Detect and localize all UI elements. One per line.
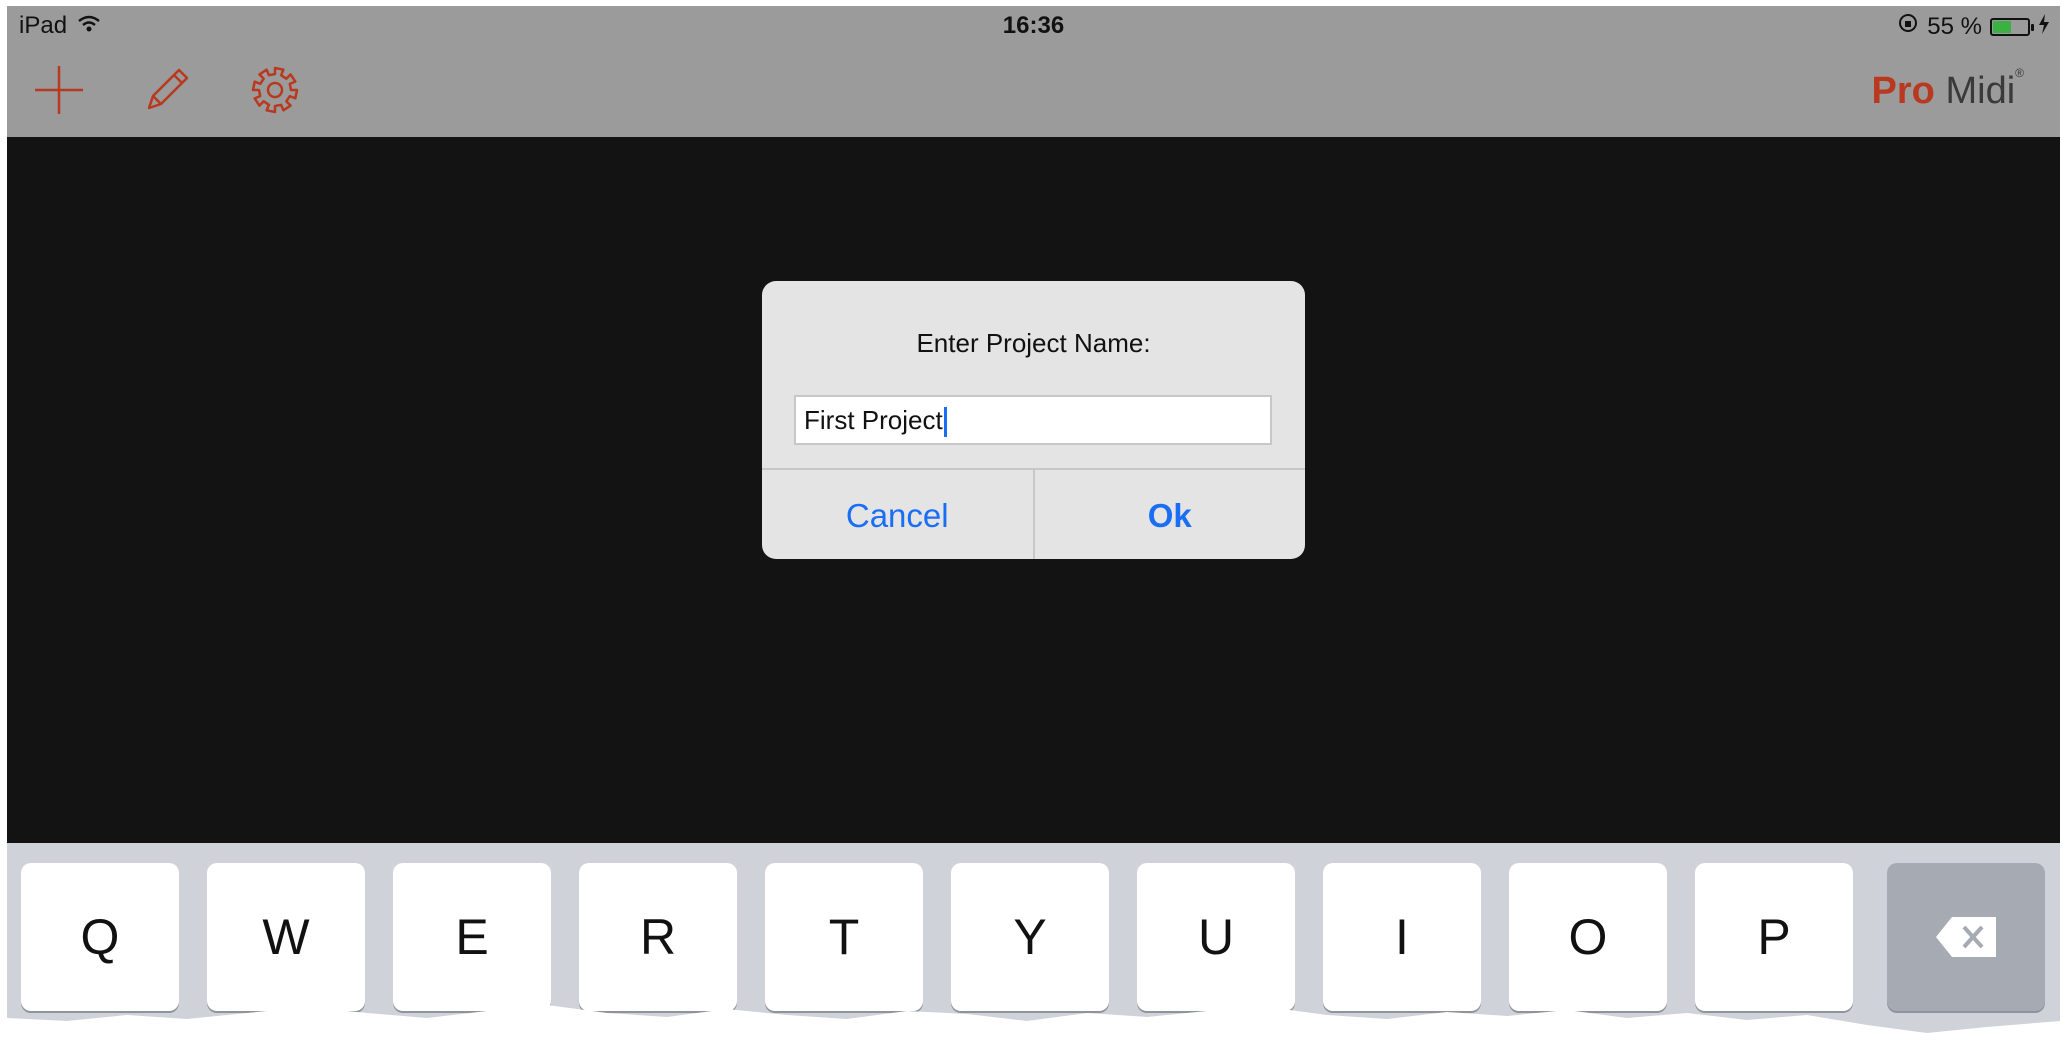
backspace-icon (1936, 917, 1996, 957)
pencil-icon (147, 68, 189, 110)
delete-key[interactable] (1887, 863, 2045, 1011)
charging-bolt-icon (2038, 13, 2050, 41)
key-u[interactable]: U (1137, 863, 1295, 1011)
battery-percent: 55 % (1927, 12, 1982, 40)
add-button[interactable] (29, 60, 89, 120)
keyboard: Q W E R T Y U I O P (7, 843, 2060, 1059)
dialog-buttons: Cancel Ok (762, 468, 1305, 559)
dialog-title: Enter Project Name: (916, 328, 1151, 358)
brand-logo: Pro Midi® (1871, 66, 2024, 113)
toolbar: Pro Midi® (7, 42, 2060, 137)
status-right: 55 % (1897, 12, 2050, 41)
project-name-input[interactable]: First Project (794, 395, 1272, 445)
brand-pro: Pro (1871, 70, 1935, 112)
brand-midi: Midi (1945, 70, 2016, 112)
key-y[interactable]: Y (951, 863, 1109, 1011)
battery-icon (1990, 17, 2034, 36)
settings-button[interactable] (245, 60, 305, 120)
gear-outline (251, 66, 299, 114)
key-i[interactable]: I (1323, 863, 1481, 1011)
screen: iPad 16:36 55 % Pro Midi® Enter Project … (7, 6, 2060, 1059)
brand-mark: ® (2015, 66, 2024, 80)
status-bar: iPad 16:36 55 % (7, 6, 2060, 42)
key-t[interactable]: T (765, 863, 923, 1011)
edit-button[interactable] (137, 60, 197, 120)
plus-icon (35, 66, 83, 114)
input-value: First Project (804, 405, 943, 435)
battery-fill (1993, 20, 2011, 33)
cancel-button[interactable]: Cancel (762, 470, 1035, 559)
gear-hole (266, 81, 284, 99)
key-q[interactable]: Q (21, 863, 179, 1011)
project-name-dialog: Enter Project Name: First Project Cancel… (762, 281, 1305, 559)
text-caret (943, 407, 947, 438)
key-p[interactable]: P (1695, 863, 1853, 1011)
key-w[interactable]: W (207, 863, 365, 1011)
key-e[interactable]: E (393, 863, 551, 1011)
ok-button[interactable]: Ok (1035, 470, 1306, 559)
key-o[interactable]: O (1509, 863, 1667, 1011)
orientation-lock-icon (1897, 12, 1919, 41)
status-time: 16:36 (1002, 12, 1065, 39)
gear-icon (251, 66, 299, 114)
key-r[interactable]: R (579, 863, 737, 1011)
